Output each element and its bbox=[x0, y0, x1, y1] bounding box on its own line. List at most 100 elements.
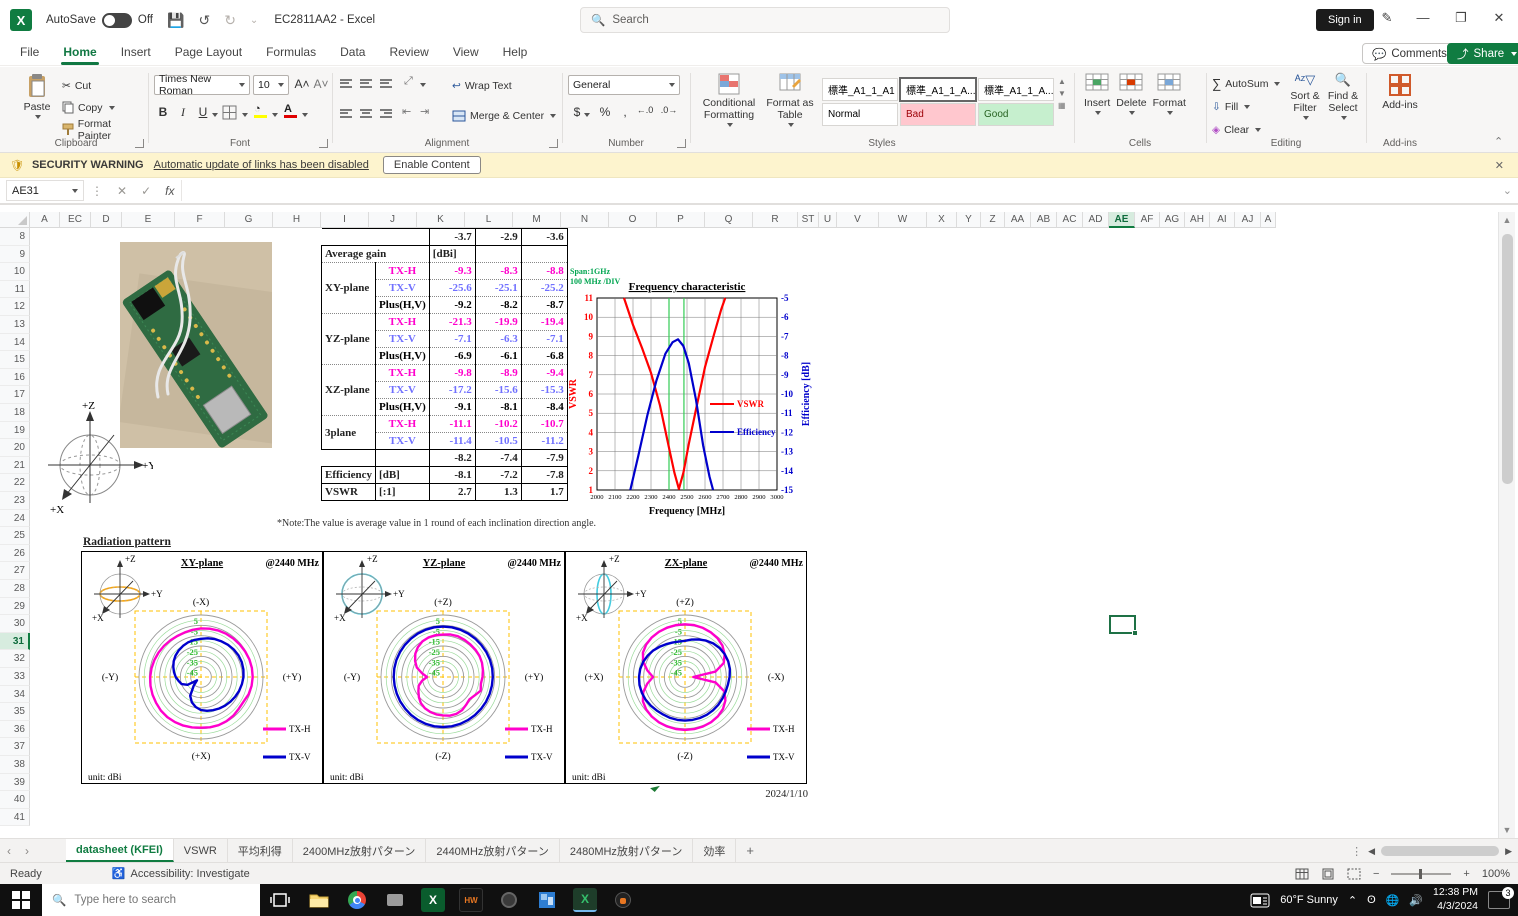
font-dialog-launcher[interactable] bbox=[319, 139, 328, 148]
number-dialog-launcher[interactable] bbox=[677, 139, 686, 148]
gain-row-label[interactable]: Plus(H,V) bbox=[376, 348, 430, 365]
insert-cells-button[interactable]: Insert bbox=[1084, 73, 1110, 115]
zoom-out-icon[interactable]: − bbox=[1373, 868, 1379, 880]
decrease-indent-icon[interactable]: ⇤ bbox=[402, 105, 411, 118]
excel-app-icon[interactable]: X bbox=[10, 9, 32, 31]
underline-button[interactable]: U bbox=[194, 105, 212, 119]
row-header-10[interactable]: 10 bbox=[0, 263, 30, 281]
column-header-L-10[interactable]: L bbox=[465, 212, 513, 228]
chrome-icon[interactable] bbox=[345, 888, 369, 912]
hscroll-left-icon[interactable]: ◀ bbox=[1368, 846, 1375, 857]
gain-cell[interactable] bbox=[521, 246, 567, 263]
page-layout-view-icon[interactable] bbox=[1321, 868, 1335, 880]
italic-button[interactable]: I bbox=[174, 105, 192, 120]
gain-value[interactable]: -6.9 bbox=[429, 348, 475, 365]
quick-access-caret-icon[interactable]: ⌄ bbox=[250, 15, 258, 26]
gain-value[interactable]: -8.8 bbox=[521, 263, 567, 280]
sign-in-button[interactable]: Sign in bbox=[1316, 9, 1374, 31]
gain-value[interactable]: -9.3 bbox=[429, 263, 475, 280]
gain-summary-value[interactable]: -7.9 bbox=[521, 450, 567, 467]
gain-value[interactable]: -8.1 bbox=[475, 399, 521, 416]
grow-font-button[interactable]: A˄ bbox=[293, 77, 311, 91]
shrink-font-button[interactable]: A˅ bbox=[312, 77, 330, 91]
sheet-tab-VSWR[interactable]: VSWR bbox=[174, 839, 228, 862]
row-header-23[interactable]: 23 bbox=[0, 492, 30, 510]
cut-button[interactable]: ✂Cut bbox=[62, 75, 91, 96]
row-header-34[interactable]: 34 bbox=[0, 686, 30, 704]
row-header-18[interactable]: 18 bbox=[0, 404, 30, 422]
gain-value[interactable]: -8.2 bbox=[475, 297, 521, 314]
taskbar-search-input[interactable]: 🔍 Type here to search bbox=[42, 884, 260, 916]
row-header-12[interactable]: 12 bbox=[0, 298, 30, 316]
security-bar-close-icon[interactable]: ✕ bbox=[1495, 159, 1504, 172]
column-header-ST-17[interactable]: ST bbox=[798, 212, 819, 228]
gain-value[interactable]: -17.2 bbox=[429, 382, 475, 399]
row-header-11[interactable]: 11 bbox=[0, 281, 30, 299]
vertical-scroll-thumb[interactable] bbox=[1502, 234, 1513, 484]
excel-active-icon[interactable]: X bbox=[573, 888, 597, 912]
row-header-17[interactable]: 17 bbox=[0, 386, 30, 404]
comments-button[interactable]: 💬 Comments bbox=[1362, 43, 1457, 64]
gain-value[interactable]: -21.3 bbox=[429, 314, 475, 331]
row-header-36[interactable]: 36 bbox=[0, 721, 30, 739]
column-header-AG-30[interactable]: AG bbox=[1160, 212, 1185, 228]
hscroll-right-icon[interactable]: ▶ bbox=[1505, 846, 1512, 857]
close-button[interactable]: ✕ bbox=[1490, 10, 1508, 26]
notification-center-icon[interactable]: 3 bbox=[1488, 891, 1510, 909]
radiation-chart-yz-plane[interactable]: YZ-plane@2440 MHz5-5-15-25-35-45(+Z)(-Z)… bbox=[323, 551, 565, 784]
alignment-dialog-launcher[interactable] bbox=[549, 139, 558, 148]
network-tray-icon[interactable]: 🌐 bbox=[1386, 894, 1400, 907]
zoom-level[interactable]: 100% bbox=[1482, 868, 1510, 880]
fill-handle[interactable] bbox=[1132, 630, 1138, 636]
row-header-29[interactable]: 29 bbox=[0, 598, 30, 616]
gain-value[interactable]: -9.2 bbox=[429, 297, 475, 314]
style-preset-1[interactable]: 標準_A1_1_A... bbox=[900, 78, 976, 101]
autosum-button[interactable]: ∑AutoSum bbox=[1212, 73, 1280, 94]
excel-icon[interactable]: X bbox=[421, 888, 445, 912]
row-header-26[interactable]: 26 bbox=[0, 545, 30, 563]
column-header-AJ-33[interactable]: AJ bbox=[1235, 212, 1261, 228]
conditional-formatting-button[interactable]: Conditional Formatting bbox=[698, 73, 760, 127]
redo-icon[interactable]: ↻ bbox=[224, 12, 236, 29]
comma-style-icon[interactable]: , bbox=[616, 105, 634, 119]
menu-tab-page-layout[interactable]: Page Layout bbox=[163, 41, 254, 65]
column-header-X-21[interactable]: X bbox=[927, 212, 957, 228]
gain-value[interactable]: -8.9 bbox=[475, 365, 521, 382]
gain-value[interactable]: -10.2 bbox=[475, 416, 521, 433]
row-header-24[interactable]: 24 bbox=[0, 510, 30, 528]
column-header-H-6[interactable]: H bbox=[273, 212, 321, 228]
row-header-15[interactable]: 15 bbox=[0, 351, 30, 369]
tray-expand-icon[interactable]: ⌃ bbox=[1348, 894, 1357, 907]
menu-tab-review[interactable]: Review bbox=[377, 41, 440, 65]
gain-value[interactable]: -8.3 bbox=[475, 263, 521, 280]
font-name-select[interactable]: Times New Roman bbox=[154, 75, 250, 95]
menu-tab-view[interactable]: View bbox=[441, 41, 491, 65]
gain-row-label[interactable]: Plus(H,V) bbox=[376, 297, 430, 314]
percent-style-icon[interactable]: % bbox=[596, 105, 614, 119]
selected-cell-AE31[interactable] bbox=[1109, 615, 1136, 634]
gain-top-value[interactable]: -3.7 bbox=[429, 229, 475, 246]
enter-icon[interactable]: ✓ bbox=[141, 184, 151, 198]
column-header-AH-31[interactable]: AH bbox=[1185, 212, 1210, 228]
column-header-AD-27[interactable]: AD bbox=[1083, 212, 1109, 228]
normal-view-icon[interactable] bbox=[1295, 868, 1309, 880]
hw-app-icon[interactable]: HW bbox=[459, 888, 483, 912]
align-bottom-icon[interactable] bbox=[380, 77, 392, 89]
vswr-value[interactable]: 1.3 bbox=[475, 484, 521, 501]
clock[interactable]: 12:38 PM 4/3/2024 bbox=[1433, 886, 1478, 913]
row-header-20[interactable]: 20 bbox=[0, 439, 30, 457]
column-header-W-20[interactable]: W bbox=[879, 212, 927, 228]
sheet-tab-2440MHz------[interactable]: 2440MHz放射パターン bbox=[426, 839, 560, 862]
gain-value[interactable]: -7.1 bbox=[429, 331, 475, 348]
column-header-J-8[interactable]: J bbox=[369, 212, 417, 228]
gain-value[interactable]: -9.8 bbox=[429, 365, 475, 382]
efficiency-value[interactable]: -8.1 bbox=[429, 467, 475, 484]
vertical-scrollbar[interactable]: ▲ ▼ bbox=[1498, 212, 1515, 838]
sheet-nav-right-icon[interactable]: › bbox=[18, 839, 36, 862]
gain-value[interactable]: -25.2 bbox=[521, 280, 567, 297]
start-button[interactable] bbox=[12, 891, 30, 909]
clear-button[interactable]: ◈Clear bbox=[1212, 119, 1261, 140]
security-warning-link[interactable]: Automatic update of links has been disab… bbox=[154, 159, 369, 171]
gain-value[interactable]: -19.9 bbox=[475, 314, 521, 331]
row-header-35[interactable]: 35 bbox=[0, 703, 30, 721]
